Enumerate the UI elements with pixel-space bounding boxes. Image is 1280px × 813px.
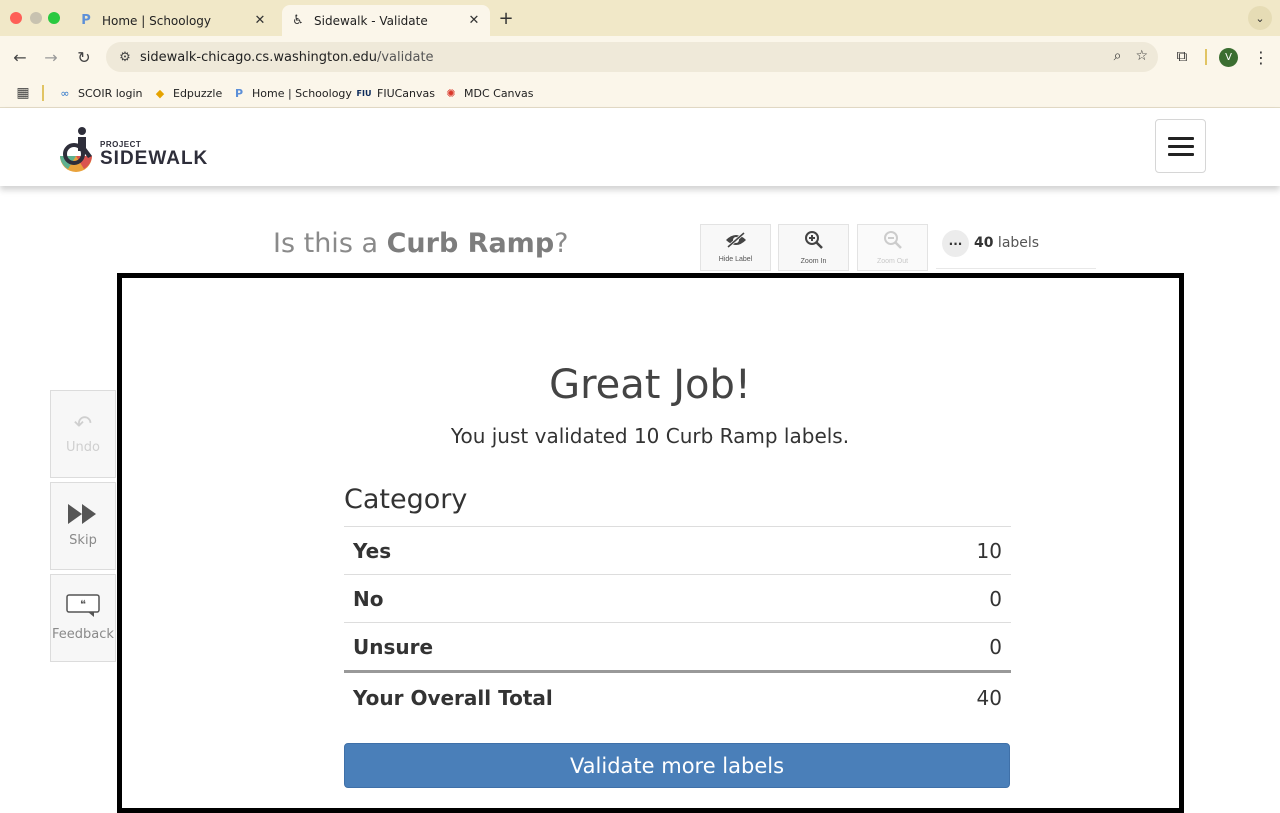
schoology-icon: P <box>234 86 244 100</box>
validate-more-button[interactable]: Validate more labels <box>344 743 1010 788</box>
close-icon[interactable]: ✕ <box>466 13 482 29</box>
canvas-icon: ✺ <box>446 86 456 100</box>
total-label: Your Overall Total <box>353 685 553 710</box>
skip-label: Skip <box>69 533 97 548</box>
scoir-icon: ∞ <box>60 86 70 100</box>
stats-table: Yes 10 No 0 Unsure 0 Your Overall Total … <box>344 526 1011 722</box>
total-row: Your Overall Total 40 <box>344 670 1011 722</box>
zoom-out-button[interactable]: Zoom Out <box>857 224 928 271</box>
edpuzzle-icon: ◆ <box>155 86 165 100</box>
tab-schoology[interactable]: P Home | Schoology ✕ <box>70 5 276 36</box>
hamburger-line <box>1167 136 1194 140</box>
speech-bubble-icon: ❝ <box>66 594 100 623</box>
star-icon[interactable]: ☆ <box>1135 48 1148 64</box>
bookmark-fiucanvas[interactable]: FIU FIUCanvas <box>356 84 435 102</box>
tab-sidewalk-validate[interactable]: ♿ Sidewalk - Validate ✕ <box>282 5 490 36</box>
maximize-window-button[interactable] <box>48 12 60 24</box>
hamburger-menu-button[interactable] <box>1155 119 1206 173</box>
browser-toolbar: ← → ↻ ⚙ sidewalk-chicago.cs.washington.e… <box>0 36 1280 78</box>
bookmark-edpuzzle[interactable]: ◆ Edpuzzle <box>152 84 223 102</box>
minimize-window-button[interactable] <box>30 12 42 24</box>
forward-arrow-icon[interactable]: → <box>40 46 62 68</box>
project-sidewalk-logo[interactable]: PROJECT SIDEWALK <box>56 126 231 172</box>
hamburger-line <box>1167 144 1194 148</box>
hamburger-line <box>1167 152 1194 156</box>
fast-forward-icon <box>68 504 98 529</box>
fiu-icon: FIU <box>356 88 372 98</box>
row-value: 0 <box>989 634 1002 659</box>
skip-button[interactable]: Skip <box>50 482 116 570</box>
row-value: 10 <box>976 538 1002 563</box>
tab-title: Home | Schoology <box>102 13 212 28</box>
validation-question: Is this a Curb Ramp? <box>273 228 569 259</box>
label-type: Curb Ramp <box>386 228 555 259</box>
extensions-icon[interactable]: ⧉ <box>1172 46 1192 66</box>
result-subtitle: You just validated 10 Curb Ramp labels. <box>450 424 850 448</box>
site-header: PROJECT SIDEWALK <box>0 108 1280 186</box>
divider <box>1205 49 1207 65</box>
browser-tab-bar: P Home | Schoology ✕ ♿ Sidewalk - Valida… <box>0 0 1280 36</box>
close-icon[interactable]: ✕ <box>252 13 268 29</box>
bookmarks-bar: ▦ ∞ SCOIR login ◆ Edpuzzle P Home | Scho… <box>0 78 1280 108</box>
logo-text: SIDEWALK <box>100 148 209 169</box>
site-settings-icon[interactable]: ⚙ <box>114 50 136 65</box>
schoology-icon: P <box>81 13 91 28</box>
hide-label-text: Hide Label <box>718 256 753 263</box>
reload-icon[interactable]: ↻ <box>73 46 95 68</box>
zoom-in-button[interactable]: Zoom In <box>778 224 849 271</box>
table-row: Yes 10 <box>344 526 1011 574</box>
row-label: No <box>353 586 384 611</box>
new-tab-button[interactable]: + <box>496 8 516 29</box>
zoom-out-icon <box>883 230 903 254</box>
sidewalk-logo-icon <box>60 127 92 172</box>
zoom-in-icon <box>804 230 824 254</box>
table-row: Unsure 0 <box>344 622 1011 670</box>
hide-label-button[interactable]: Hide Label <box>700 224 771 271</box>
row-label: Yes <box>353 538 392 563</box>
row-label: Unsure <box>353 634 434 659</box>
zoom-icon[interactable]: ⌕ <box>1114 48 1122 64</box>
divider <box>936 268 1096 269</box>
table-row: No 0 <box>344 574 1011 622</box>
category-heading: Category <box>344 484 468 515</box>
feedback-label: Feedback <box>52 627 114 642</box>
bookmark-mdc-canvas[interactable]: ✺ MDC Canvas <box>443 84 533 102</box>
svg-text:❝: ❝ <box>80 598 86 611</box>
eye-slash-icon <box>725 231 747 252</box>
zoom-in-text: Zoom In <box>800 258 827 265</box>
zoom-out-text: Zoom Out <box>876 258 909 265</box>
bookmark-scoir[interactable]: ∞ SCOIR login <box>57 84 142 102</box>
page-title: Great Job! <box>549 362 751 408</box>
feedback-button[interactable]: ❝ Feedback <box>50 574 116 662</box>
back-arrow-icon[interactable]: ← <box>9 46 31 68</box>
divider <box>42 85 44 101</box>
close-window-button[interactable] <box>10 12 22 24</box>
row-value: 0 <box>989 586 1002 611</box>
chevron-down-icon[interactable]: ⌄ <box>1248 6 1272 30</box>
apps-grid-icon[interactable]: ▦ <box>14 84 32 102</box>
url-text: sidewalk-chicago.cs.washington.edu/valid… <box>140 49 434 65</box>
label-count: 40 labels <box>974 235 1040 251</box>
tab-title: Sidewalk - Validate <box>314 13 428 28</box>
avatar[interactable]: V <box>1219 48 1238 67</box>
bookmark-schoology[interactable]: P Home | Schoology <box>231 84 352 102</box>
address-bar[interactable]: ⚙ sidewalk-chicago.cs.washington.edu/val… <box>106 42 1158 72</box>
sidewalk-icon: ♿ <box>292 13 304 28</box>
total-value: 40 <box>976 685 1002 710</box>
more-options-button[interactable]: ··· <box>942 230 969 257</box>
more-menu-icon[interactable]: ⋮ <box>1252 46 1270 68</box>
